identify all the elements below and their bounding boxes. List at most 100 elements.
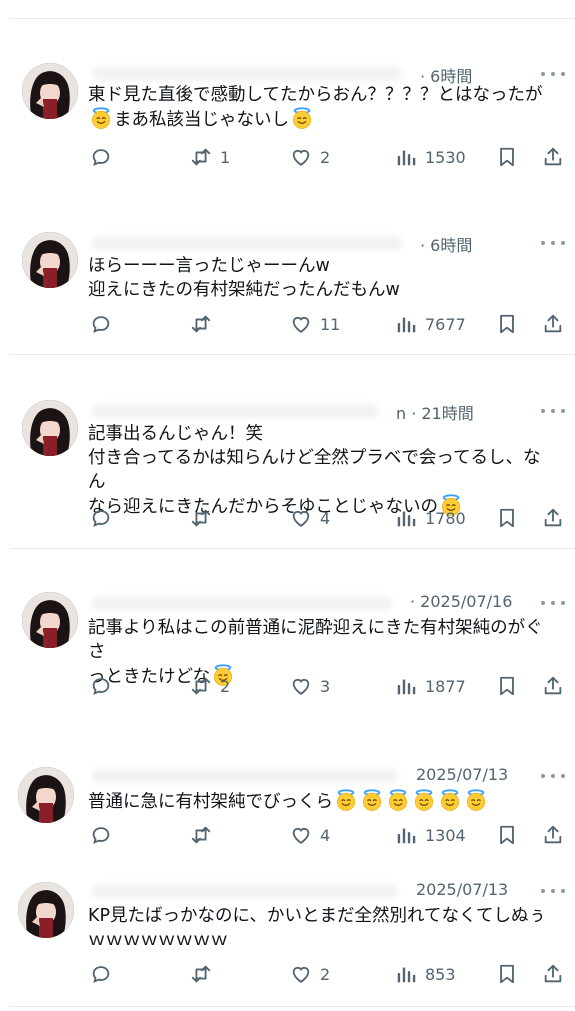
views-count: 1304	[425, 825, 466, 845]
share-icon	[542, 313, 564, 335]
share-button[interactable]	[542, 823, 564, 847]
repost-button[interactable]	[190, 962, 212, 986]
bookmark-button[interactable]	[496, 823, 518, 847]
more-icon[interactable]	[541, 240, 565, 246]
post-timestamp[interactable]: · 2025/07/16	[410, 592, 512, 611]
views-button[interactable]: 853	[395, 962, 456, 986]
bookmark-button[interactable]	[496, 962, 518, 986]
share-icon	[542, 507, 564, 529]
more-icon[interactable]	[541, 600, 565, 606]
post-actions: 1 2 1530	[90, 145, 563, 169]
blurred-username	[92, 596, 392, 610]
like-button[interactable]: 4	[290, 823, 330, 847]
like-count: 3	[320, 676, 331, 696]
like-count: 2	[320, 964, 331, 984]
views-button[interactable]: 1530	[395, 145, 466, 169]
views-icon	[395, 824, 417, 846]
views-button[interactable]: 1780	[395, 506, 466, 530]
repost-button[interactable]	[190, 823, 212, 847]
heart-icon	[290, 313, 312, 335]
more-icon[interactable]	[541, 888, 565, 894]
bookmark-icon	[496, 963, 518, 985]
views-icon	[395, 146, 417, 168]
post-timestamp[interactable]: · 6時間	[420, 232, 472, 256]
post-timestamp[interactable]: n · 21時間	[396, 400, 474, 424]
reply-button[interactable]	[90, 674, 112, 698]
more-icon[interactable]	[541, 408, 565, 414]
repost-icon	[190, 824, 212, 846]
bookmark-icon	[496, 313, 518, 335]
post-timestamp[interactable]: 2025/07/13	[416, 880, 508, 899]
post-text-line: 東ド見た直後で感動してたからおん？？？？とはなったが	[88, 85, 543, 105]
share-button[interactable]	[542, 506, 564, 530]
smiling-face-with-halo-emoji-icon	[88, 107, 114, 130]
avatar[interactable]	[22, 400, 78, 456]
smiling-face-with-halo-emoji-icon	[463, 789, 489, 812]
avatar[interactable]	[22, 592, 78, 648]
avatar[interactable]	[22, 63, 78, 119]
post-actions: 4 1304	[90, 823, 563, 847]
post-actions: 2 853	[90, 962, 563, 986]
bookmark-button[interactable]	[496, 312, 518, 336]
more-icon[interactable]	[541, 773, 565, 779]
repost-button[interactable]	[190, 506, 212, 530]
share-button[interactable]	[542, 312, 564, 336]
like-count: 11	[320, 314, 341, 334]
reply-icon	[90, 507, 112, 529]
like-button[interactable]: 2	[290, 962, 330, 986]
post-text-line: 迎えにきたの有村架純だったんだもんw	[88, 280, 400, 300]
avatar[interactable]	[18, 767, 74, 823]
heart-icon	[290, 963, 312, 985]
post-text-line: 記事出るんじゃん！笑	[88, 424, 263, 444]
reply-button[interactable]	[90, 145, 112, 169]
avatar[interactable]	[22, 232, 78, 288]
repost-icon	[190, 313, 212, 335]
repost-button[interactable]: 2	[190, 674, 230, 698]
share-button[interactable]	[542, 674, 564, 698]
reply-button[interactable]	[90, 823, 112, 847]
share-icon	[542, 963, 564, 985]
like-button[interactable]: 2	[290, 145, 330, 169]
repost-button[interactable]	[190, 312, 212, 336]
blurred-username	[92, 404, 378, 418]
post-divider	[10, 354, 575, 355]
reply-icon	[90, 146, 112, 168]
post-timestamp[interactable]: 2025/07/13	[416, 765, 508, 784]
bookmark-icon	[496, 146, 518, 168]
bookmark-icon	[496, 507, 518, 529]
repost-button[interactable]: 1	[190, 145, 230, 169]
post-text-line: 付き合ってるかは知らんけど全然プラベで会ってるし、なん	[88, 448, 541, 492]
post-actions: 11 7677	[90, 312, 563, 336]
views-button[interactable]: 1304	[395, 823, 466, 847]
share-button[interactable]	[542, 145, 564, 169]
reply-button[interactable]	[90, 506, 112, 530]
bookmark-button[interactable]	[496, 145, 518, 169]
like-button[interactable]: 11	[290, 312, 340, 336]
heart-icon	[290, 146, 312, 168]
post-text-line: まあ私該当じゃないし	[88, 107, 558, 132]
like-button[interactable]: 4	[290, 506, 330, 530]
views-count: 1780	[425, 508, 466, 528]
like-button[interactable]: 3	[290, 674, 330, 698]
avatar[interactable]	[18, 882, 74, 938]
views-button[interactable]: 1877	[395, 674, 466, 698]
post-text-line: 記事より私はこの前普通に泥酔迎えにきた有村架純のがぐさ	[88, 618, 543, 662]
views-count: 853	[425, 964, 456, 984]
post-text: KP見たばっかなのに、かいとまだ全然別れてなくてしぬぅ ｗｗｗｗｗｗｗｗ	[88, 904, 558, 952]
more-icon[interactable]	[541, 71, 565, 77]
reply-button[interactable]	[90, 312, 112, 336]
share-button[interactable]	[542, 962, 564, 986]
reply-button[interactable]	[90, 962, 112, 986]
smiling-face-with-halo-emoji-icon	[411, 789, 437, 812]
views-icon	[395, 675, 417, 697]
smiling-face-with-halo-emoji-icon	[289, 107, 315, 130]
blurred-username	[92, 884, 398, 898]
bookmark-button[interactable]	[496, 674, 518, 698]
share-icon	[542, 675, 564, 697]
views-count: 1530	[425, 147, 466, 167]
bookmark-button[interactable]	[496, 506, 518, 530]
reply-icon	[90, 824, 112, 846]
views-button[interactable]: 7677	[395, 312, 466, 336]
post-actions: 2 3 1877	[90, 674, 563, 698]
heart-icon	[290, 675, 312, 697]
